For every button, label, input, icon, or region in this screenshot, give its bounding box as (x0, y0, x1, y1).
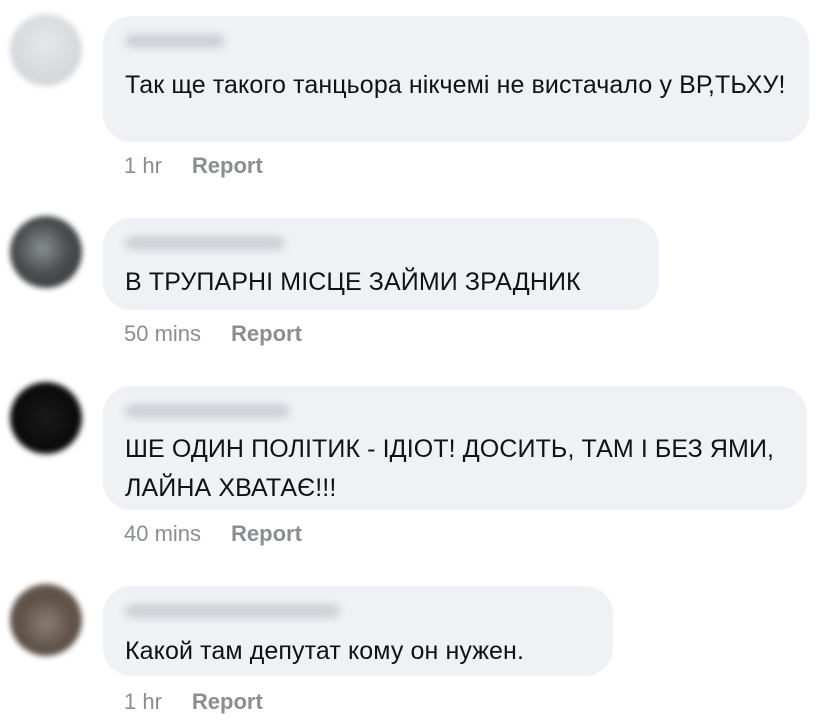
comment-bubble: Какой там депутат кому он нужен. (103, 586, 613, 676)
comment-meta: 40 mins Report (124, 520, 302, 548)
avatar[interactable] (10, 382, 82, 454)
author-name[interactable] (125, 604, 340, 618)
report-link[interactable]: Report (231, 320, 302, 348)
avatar[interactable] (10, 584, 82, 656)
comment-meta: 1 hr Report (124, 688, 263, 716)
timestamp[interactable]: 1 hr (124, 688, 162, 716)
comment-meta: 1 hr Report (124, 152, 263, 180)
comment-meta: 50 mins Report (124, 320, 302, 348)
comment-bubble: ШЕ ОДИН ПОЛІТИК - ІДІОТ! ДОСИТЬ, ТАМ І Б… (103, 386, 807, 510)
author-name[interactable] (125, 404, 290, 418)
author-name[interactable] (125, 236, 285, 250)
report-link[interactable]: Report (231, 520, 302, 548)
timestamp[interactable]: 1 hr (124, 152, 162, 180)
comment-text: ШЕ ОДИН ПОЛІТИК - ІДІОТ! ДОСИТЬ, ТАМ І Б… (125, 435, 775, 502)
timestamp[interactable]: 40 mins (124, 520, 201, 548)
report-link[interactable]: Report (192, 688, 263, 716)
comment-text: Какой там депутат кому он нужен. (125, 637, 525, 665)
timestamp[interactable]: 50 mins (124, 320, 201, 348)
comment-text: Так ще такого танцьора нікчемі не вистач… (125, 71, 786, 99)
avatar[interactable] (10, 14, 82, 86)
report-link[interactable]: Report (192, 152, 263, 180)
author-name[interactable] (125, 34, 225, 48)
avatar[interactable] (10, 216, 82, 288)
comment-text: В ТРУПАРНІ МІСЦЕ ЗАЙМИ ЗРАДНИК (125, 268, 581, 296)
comment-bubble: Так ще такого танцьора нікчемі не вистач… (103, 16, 809, 142)
comment-bubble: В ТРУПАРНІ МІСЦЕ ЗАЙМИ ЗРАДНИК (103, 218, 659, 310)
